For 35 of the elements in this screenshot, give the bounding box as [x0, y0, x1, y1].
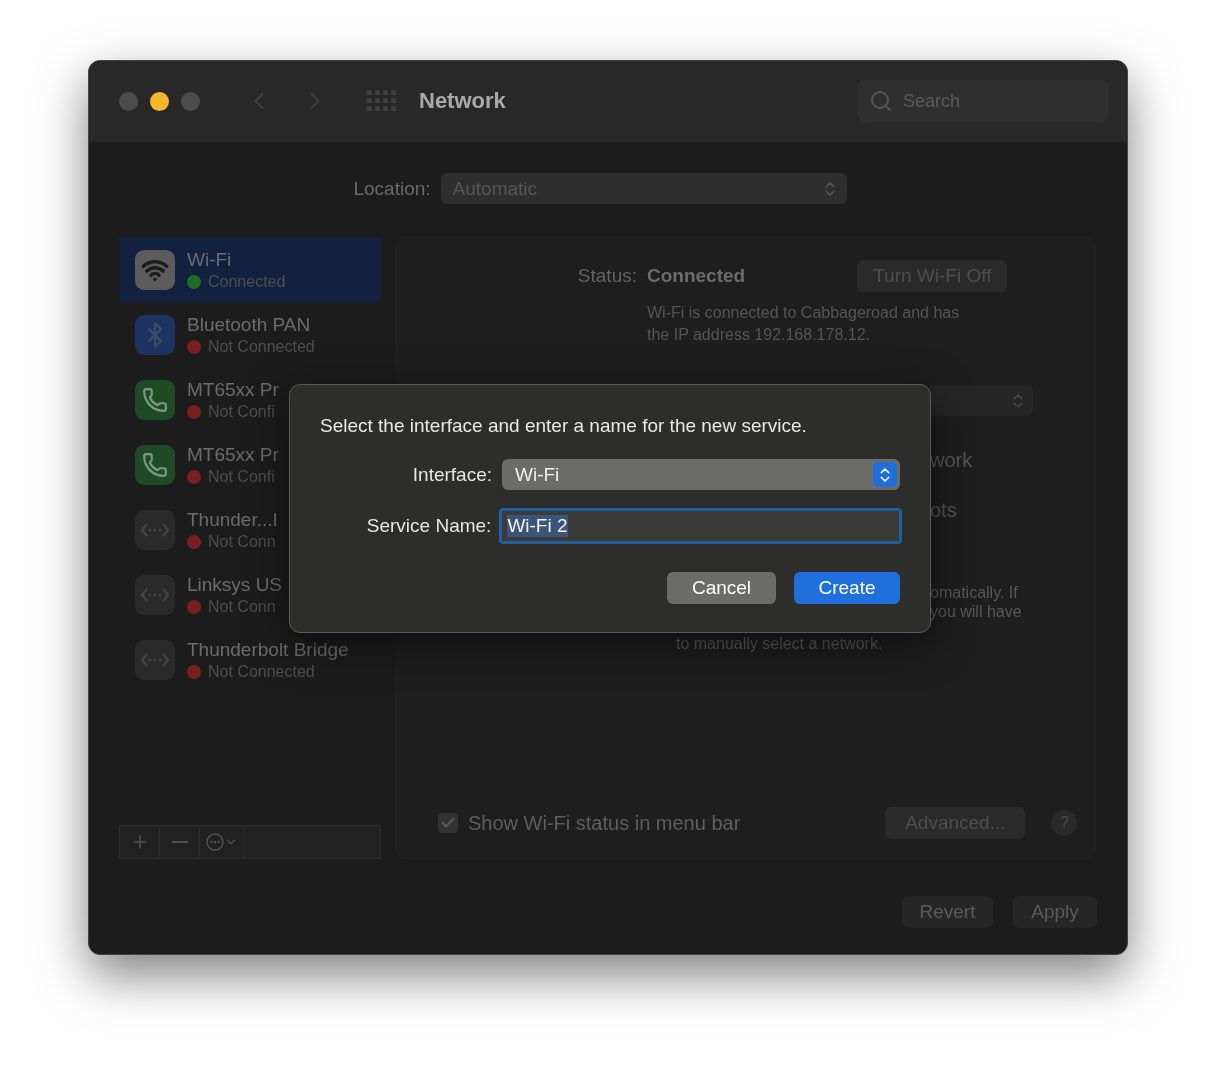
search-icon	[869, 89, 893, 113]
location-label: Location:	[353, 177, 431, 200]
cancel-button[interactable]: Cancel	[667, 572, 776, 604]
network-dropdown[interactable]	[930, 385, 1033, 416]
service-name: Thunderbolt Bridge	[187, 638, 349, 661]
create-button[interactable]: Create	[794, 572, 900, 604]
close-button[interactable]	[119, 91, 138, 111]
ethernet-icon	[140, 651, 170, 668]
phone-icon	[142, 386, 168, 413]
ethernet-icon	[140, 521, 170, 538]
minus-icon	[171, 841, 188, 843]
interface-dropdown[interactable]: Wi-Fi	[502, 459, 900, 490]
window-title: Network	[419, 88, 506, 114]
zoom-button[interactable]	[181, 91, 200, 111]
interface-label: Interface:	[411, 463, 492, 486]
service-name: MT65xx Pr	[187, 443, 279, 466]
hint-text: omatically. If	[930, 584, 1018, 602]
phone-icon	[142, 451, 168, 478]
service-name-field[interactable]: Wi-Fi 2	[499, 508, 902, 544]
dialog-message: Select the interface and enter a name for the new service.	[320, 415, 808, 437]
service-status: Connected	[208, 272, 286, 291]
service-item[interactable]: Wi-Fi Connected	[119, 237, 381, 302]
status-label: Status:	[576, 265, 637, 287]
ellipsis-circle-icon	[205, 833, 224, 851]
service-name: MT65xx Pr	[187, 378, 279, 401]
checkbox[interactable]	[438, 813, 458, 833]
service-name: Bluetooth PAN	[187, 313, 312, 336]
service-name-label: Service Name:	[365, 515, 492, 537]
ethernet-icon	[140, 586, 170, 603]
minimize-button[interactable]	[150, 91, 169, 111]
service-name: Wi-Fi	[187, 248, 233, 271]
checkbox-label: Show Wi-Fi status in menu bar	[468, 811, 741, 835]
service-name: Linksys US	[187, 573, 283, 596]
service-name: Thunder...I	[187, 508, 278, 531]
status-value: Connected	[647, 265, 746, 287]
